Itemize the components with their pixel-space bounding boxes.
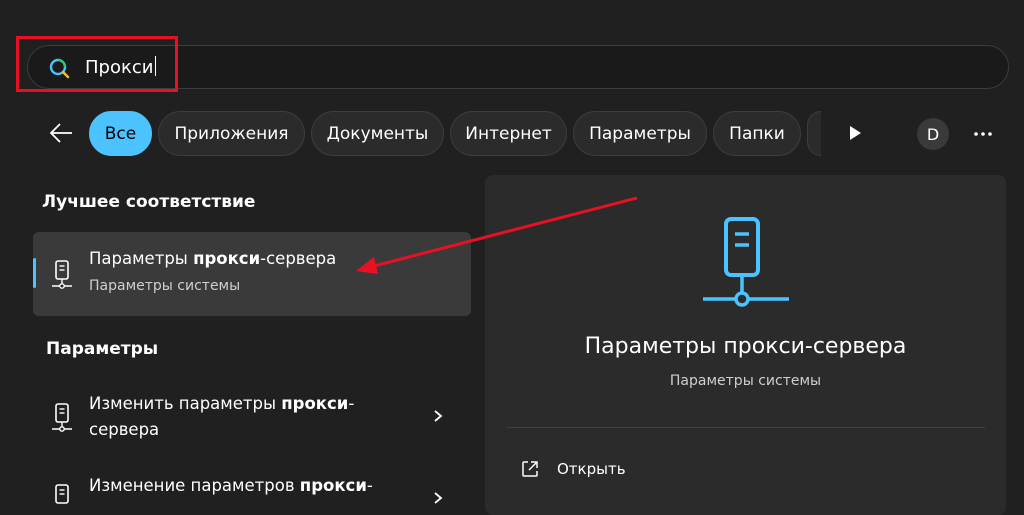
network-proxy-icon [55,484,69,504]
label-highlight: прокси [299,476,367,495]
label-prefix: Изменить параметры [89,394,282,413]
filter-all[interactable]: Все [89,111,152,156]
title-suffix: -сервера [260,249,337,268]
filter-settings[interactable]: Параметры [573,111,707,156]
list-item-label: Изменение параметров прокси- [89,473,409,499]
search-highlight-box [16,36,178,92]
chevron-right-icon [434,410,443,422]
title-prefix: Параметры [89,249,194,268]
filter-folders[interactable]: Папки [713,111,801,156]
detail-subtitle: Параметры системы [669,373,822,389]
best-match-title: Параметры прокси-сервера [89,249,336,268]
detail-title: Параметры прокси-сервера [584,334,907,359]
more-horizontal-icon [974,132,992,136]
network-proxy-icon [52,403,72,432]
avatar[interactable]: D [917,118,949,150]
arrow-left-icon [49,123,72,143]
selection-indicator [33,258,36,288]
list-item-label: Изменить параметры прокси-сервера [89,391,409,443]
divider [507,427,985,428]
best-match-item[interactable]: Параметры прокси-сервера Параметры систе… [33,232,471,316]
open-label: Открыть [557,460,626,478]
title-highlight: прокси [193,249,261,268]
filter-apps[interactable]: Приложения [158,111,305,156]
detail-pane: Параметры прокси-сервера Параметры систе… [485,175,1006,515]
label-highlight: прокси [281,394,349,413]
label-suffix: - [366,476,373,495]
settings-heading: Параметры [46,339,159,359]
network-proxy-icon [52,260,72,289]
best-match-subtitle: Параметры системы [89,278,241,294]
more-button[interactable] [967,118,999,150]
back-button[interactable] [44,116,78,150]
label-prefix: Изменение параметров [89,476,300,495]
list-item[interactable]: Изменить параметры прокси-сервера [33,387,471,449]
best-match-heading: Лучшее соответствие [42,192,256,212]
filter-internet[interactable]: Интернет [450,111,567,156]
play-icon [850,126,861,140]
list-item[interactable]: Изменение параметров прокси- [33,469,471,509]
play-button[interactable] [840,118,870,148]
filter-documents[interactable]: Документы [311,111,444,156]
network-proxy-icon [703,217,789,307]
open-external-icon [522,461,538,477]
filter-overflow [807,111,821,156]
open-button[interactable]: Открыть [521,457,626,481]
